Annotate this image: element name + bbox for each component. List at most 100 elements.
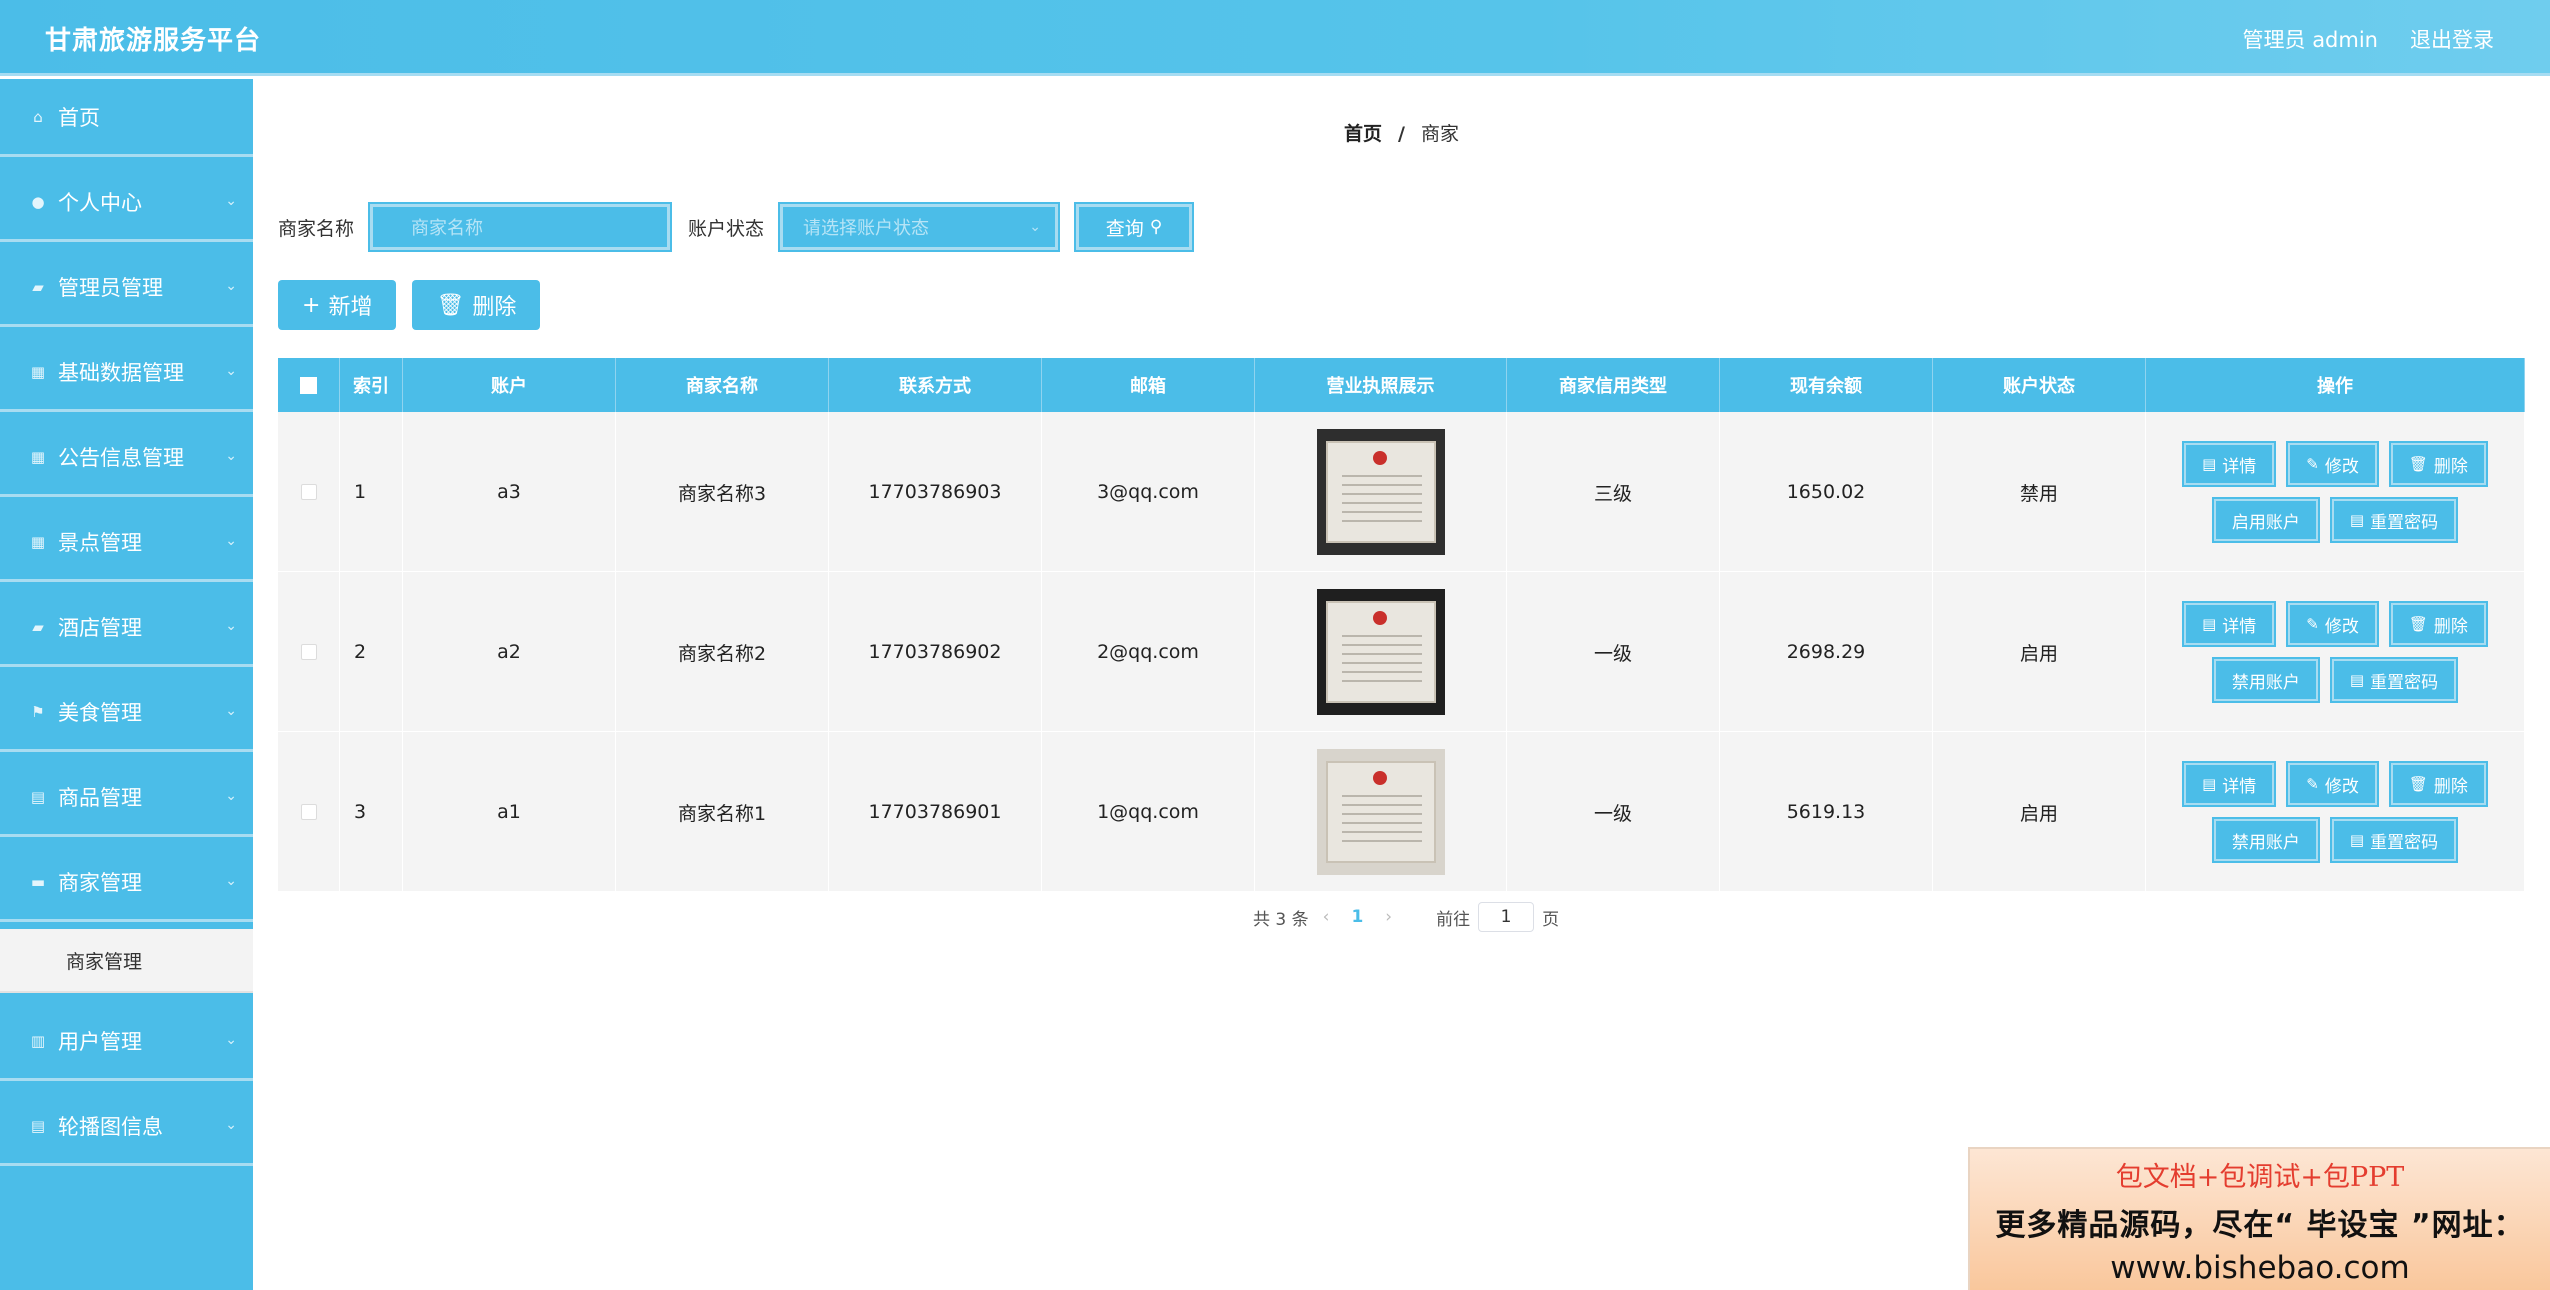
toggle-account-button[interactable]: 禁用账户 — [2211, 817, 2320, 863]
briefcase-icon: ▰ — [32, 617, 44, 636]
chevron-right-icon[interactable]: › — [1385, 907, 1392, 927]
row-delete-button[interactable]: 🗑 删除 — [2388, 761, 2488, 807]
chevron-left-icon[interactable]: ‹ — [1323, 907, 1330, 927]
row-checkbox[interactable] — [300, 644, 317, 660]
row-delete-button[interactable]: 🗑 删除 — [2388, 441, 2488, 487]
row-delete-label: 删除 — [2433, 456, 2468, 477]
sidebar-item-label: 公告信息管理 — [58, 445, 184, 470]
query-button[interactable]: 查询 ⚲ — [1074, 202, 1195, 252]
sidebar-item[interactable]: ▰ 酒店管理 ⌄ — [0, 589, 253, 667]
row-checkbox[interactable] — [300, 484, 317, 500]
toggle-account-label: 启用账户 — [2231, 512, 2300, 533]
toggle-account-button[interactable]: 启用账户 — [2211, 497, 2320, 543]
sidebar-item[interactable]: ▰ 管理员管理 ⌄ — [0, 249, 253, 327]
sidebar-item[interactable]: ▥ 用户管理 ⌄ — [0, 1003, 253, 1081]
flag-icon: ⚑ — [31, 702, 45, 721]
cell-account: a3 — [403, 412, 616, 572]
delete-button[interactable]: 🗑 删除 — [412, 280, 541, 330]
detail-button[interactable]: ▤ 详情 — [2182, 601, 2277, 647]
toggle-account-label: 禁用账户 — [2231, 832, 2300, 853]
cell-email: 2@qq.com — [1042, 572, 1255, 732]
document-icon: ▤ — [2202, 775, 2217, 793]
add-button[interactable]: + 新增 — [278, 280, 397, 330]
cell-index: 2 — [340, 572, 403, 732]
sidebar-item-label: 酒店管理 — [58, 615, 142, 640]
row-delete-button[interactable]: 🗑 删除 — [2388, 601, 2488, 647]
table-body: 1 a3 商家名称3 17703786903 3@qq.com 三级 1650.02 禁用 ▤ 详… — [278, 412, 2525, 892]
reset-password-label: 重置密码 — [2370, 832, 2439, 853]
breadcrumb-home[interactable]: 首页 — [1344, 123, 1382, 145]
reset-password-button[interactable]: ▤ 重置密码 — [2329, 817, 2459, 863]
col-header-phone: 联系方式 — [829, 358, 1042, 412]
select-all-checkbox[interactable] — [300, 376, 317, 394]
toggle-account-button[interactable]: 禁用账户 — [2211, 657, 2320, 703]
query-label: 查询 — [1105, 217, 1144, 240]
col-header-index: 索引 — [340, 358, 403, 412]
submenu-item-merchant[interactable]: 商家管理 — [0, 929, 253, 993]
license-image[interactable] — [1316, 749, 1445, 875]
chevron-down-icon: ⌄ — [225, 362, 237, 379]
sidebar-item[interactable]: ▦ 景点管理 ⌄ — [0, 504, 253, 582]
edit-icon: ✎ — [2306, 455, 2319, 473]
account-status-select[interactable]: 请选择账户状态 ⌄ — [778, 202, 1061, 252]
sidebar-item[interactable]: ⌂ 首页 — [0, 79, 253, 157]
sidebar-item[interactable]: ▤ 商品管理 ⌄ — [0, 759, 253, 837]
banner-line-2: 更多精品源码，尽在“ 毕设宝 ”网址： — [1995, 1208, 2525, 1243]
cell-actions: ▤ 详情 ✎ 修改 🗑 删除 禁用账户 ▤ 重置密码 — [2146, 732, 2525, 892]
chevron-down-icon: ⌄ — [225, 532, 237, 549]
logout-link[interactable]: 退出登录 — [2410, 24, 2494, 54]
chevron-down-icon: ⌄ — [225, 277, 237, 294]
edit-button[interactable]: ✎ 修改 — [2286, 601, 2379, 647]
add-label: 新增 — [328, 295, 373, 320]
delete-label: 删除 — [472, 295, 517, 320]
edit-button[interactable]: ✎ 修改 — [2286, 761, 2379, 807]
col-header-email: 邮箱 — [1042, 358, 1255, 412]
cell-status: 启用 — [1933, 732, 2146, 892]
sidebar-item-label: 用户管理 — [58, 1029, 142, 1054]
search-bar: 商家名称 商家名称 账户状态 请选择账户状态 ⌄ 查询 ⚲ — [278, 202, 1195, 252]
license-image[interactable] — [1316, 589, 1445, 715]
sidebar-item[interactable]: ▬ 商家管理 ⌄ — [0, 844, 253, 922]
col-header-balance: 现有余额 — [1720, 358, 1933, 412]
chevron-down-icon: ⌄ — [225, 872, 237, 889]
user-card-icon: ▥ — [30, 1031, 46, 1050]
trash-icon: 🗑 — [2408, 615, 2428, 633]
cell-license — [1255, 412, 1507, 572]
document-icon: ▤ — [2349, 671, 2365, 689]
sidebar-item[interactable]: ▤ 轮播图信息 ⌄ — [0, 1088, 253, 1166]
col-header-actions: 操作 — [2146, 358, 2525, 412]
top-header: 甘肃旅游服务平台 管理员 admin 退出登录 — [0, 0, 2550, 76]
reset-password-button[interactable]: ▤ 重置密码 — [2329, 497, 2459, 543]
cell-account: a1 — [403, 732, 616, 892]
detail-button[interactable]: ▤ 详情 — [2182, 441, 2277, 487]
chevron-down-icon: ⌄ — [225, 1031, 237, 1048]
pager-page-number[interactable]: 1 — [1351, 907, 1363, 927]
sidebar-item[interactable]: ⚑ 美食管理 ⌄ — [0, 674, 253, 752]
edit-button[interactable]: ✎ 修改 — [2286, 441, 2379, 487]
grid-icon: ▦ — [30, 532, 46, 551]
actions-line-2: 禁用账户 ▤ 重置密码 — [2211, 657, 2459, 703]
reset-password-label: 重置密码 — [2370, 512, 2439, 533]
table-header: 索引 账户 商家名称 联系方式 邮箱 营业执照展示 商家信用类型 现有余额 账户… — [278, 358, 2525, 412]
reset-password-button[interactable]: ▤ 重置密码 — [2329, 657, 2459, 703]
actions-line-2: 禁用账户 ▤ 重置密码 — [2211, 817, 2459, 863]
cell-email: 3@qq.com — [1042, 412, 1255, 572]
banner-line-1: 包文档+包调试+包PPT — [2115, 1162, 2405, 1193]
cell-phone: 17703786901 — [829, 732, 1042, 892]
pager-goto-input[interactable]: 1 — [1478, 902, 1535, 932]
sidebar-item-label: 轮播图信息 — [58, 1114, 163, 1139]
cell-name: 商家名称1 — [616, 732, 829, 892]
sidebar-item[interactable]: ▦ 公告信息管理 ⌄ — [0, 419, 253, 497]
breadcrumb-current: 商家 — [1421, 123, 1460, 145]
sidebar-item[interactable]: ● 个人中心 ⌄ — [0, 164, 253, 242]
account-status-label: 账户状态 — [688, 217, 765, 240]
detail-button[interactable]: ▤ 详情 — [2182, 761, 2277, 807]
license-paper — [1325, 601, 1436, 703]
sidebar-item[interactable]: ▦ 基础数据管理 ⌄ — [0, 334, 253, 412]
merchant-name-input[interactable]: 商家名称 — [368, 202, 673, 252]
license-image[interactable] — [1316, 429, 1445, 555]
cell-license — [1255, 572, 1507, 732]
edit-label: 修改 — [2324, 456, 2359, 477]
table-row: 3 a1 商家名称1 17703786901 1@qq.com 一级 5619.13 启用 ▤ 详… — [278, 732, 2525, 892]
row-checkbox[interactable] — [300, 804, 317, 820]
